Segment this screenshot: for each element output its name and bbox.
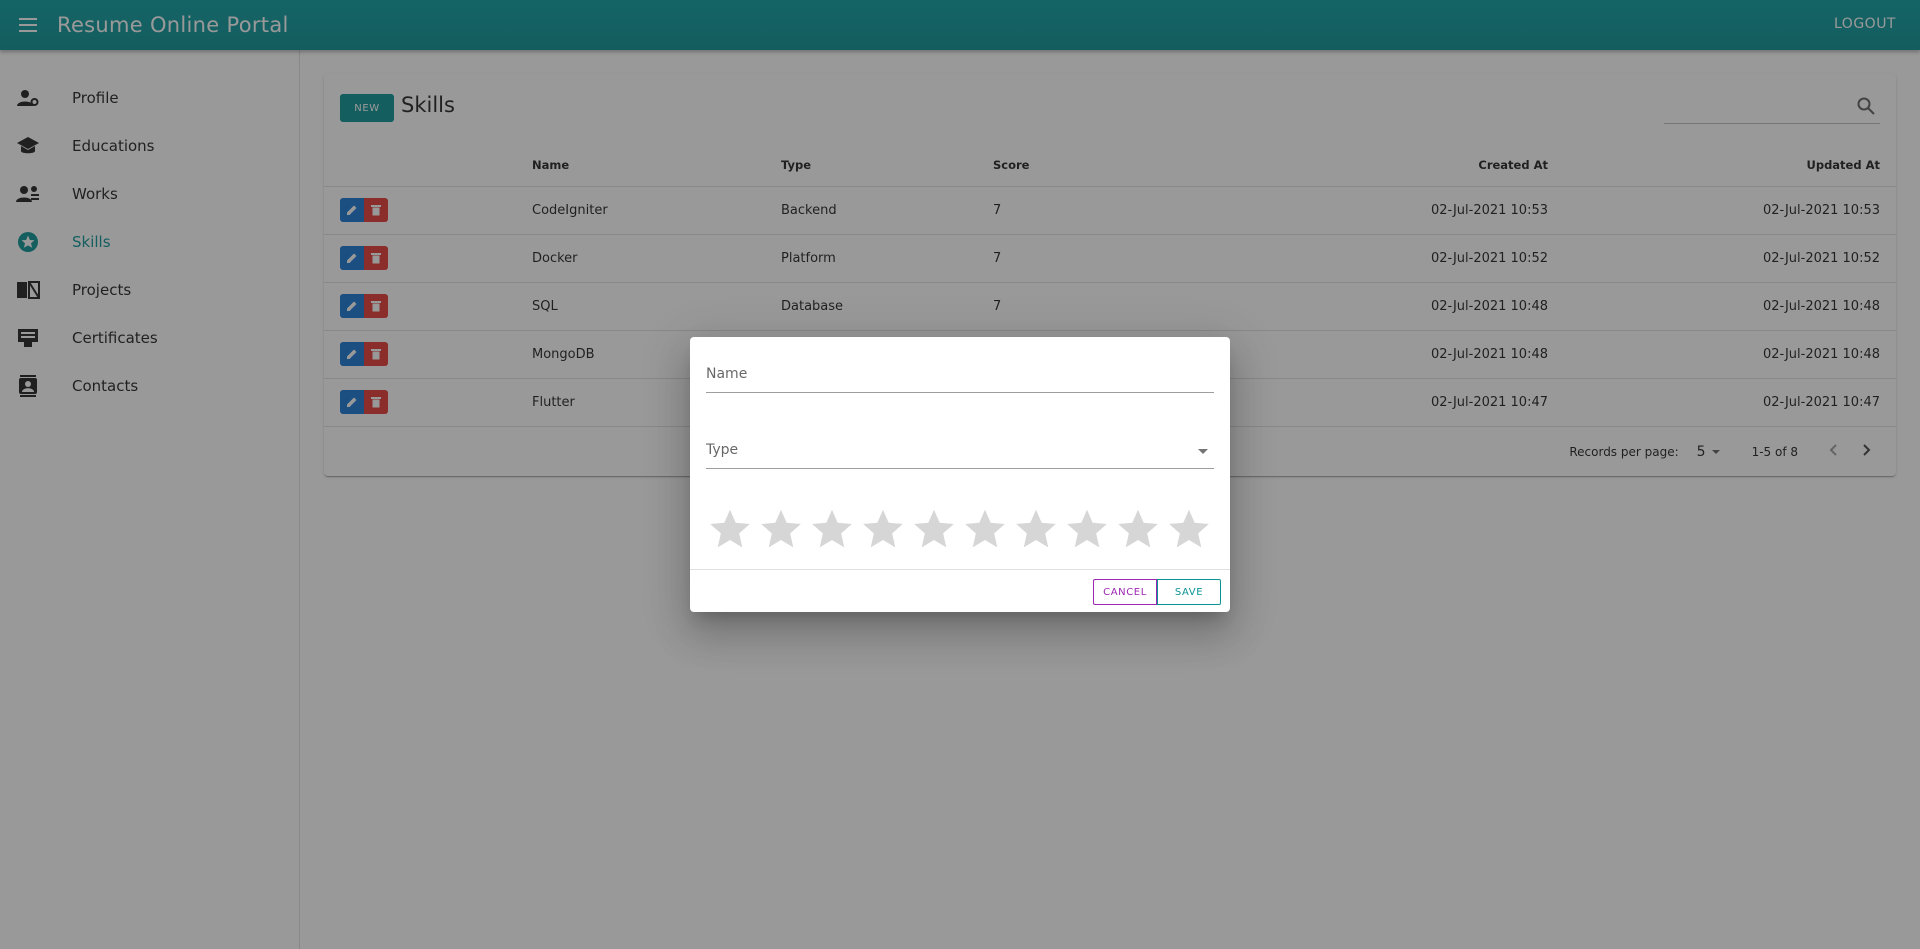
name-field-label: Name — [706, 366, 748, 382]
type-field-label: Type — [706, 442, 739, 458]
star-icon[interactable] — [759, 507, 803, 551]
name-field[interactable]: Name — [706, 353, 1214, 393]
cancel-button[interactable]: CANCEL — [1093, 579, 1157, 605]
star-icon[interactable] — [1014, 507, 1058, 551]
type-select[interactable]: Type — [706, 429, 1214, 469]
star-icon[interactable] — [963, 507, 1007, 551]
star-icon[interactable] — [861, 507, 905, 551]
star-icon[interactable] — [1116, 507, 1160, 551]
star-icon[interactable] — [810, 507, 854, 551]
score-rating[interactable] — [708, 507, 1211, 551]
star-icon[interactable] — [1065, 507, 1109, 551]
save-button[interactable]: SAVE — [1157, 579, 1221, 605]
skill-dialog: Name Type CANCEL SAVE — [690, 337, 1230, 612]
star-icon[interactable] — [1167, 507, 1211, 551]
dialog-actions: CANCEL SAVE — [690, 569, 1230, 612]
star-icon[interactable] — [708, 507, 752, 551]
star-icon[interactable] — [912, 507, 956, 551]
chevron-down-icon — [1198, 449, 1208, 454]
